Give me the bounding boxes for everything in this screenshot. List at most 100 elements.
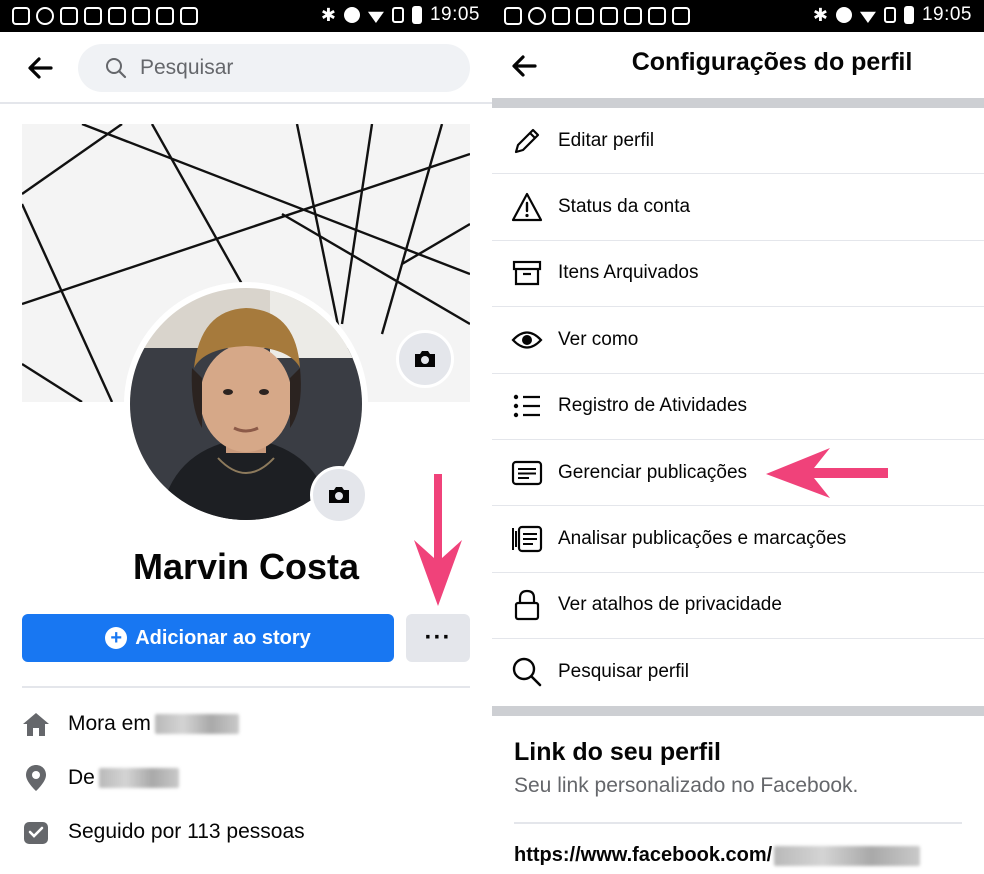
- system-icons: ✱ 19:05: [813, 4, 972, 26]
- profile-link-url[interactable]: https://www.facebook.com/: [514, 844, 921, 867]
- profile-camera-button[interactable]: [310, 466, 368, 524]
- review-posts-icon: [510, 522, 544, 556]
- menu-item-search-profile[interactable]: Pesquisar perfil: [492, 639, 984, 705]
- archive-icon: [510, 256, 544, 290]
- battery-icon: [411, 6, 422, 24]
- plus-icon: +: [105, 627, 128, 649]
- gallery-icon: [600, 7, 618, 25]
- back-arrow-icon[interactable]: [26, 54, 54, 82]
- section-divider: [492, 706, 984, 716]
- battery-icon: [903, 6, 914, 24]
- profile-link-url-text: https://www.facebook.com/: [514, 844, 773, 866]
- instagram-icon: [576, 7, 594, 25]
- news-icon: [672, 7, 690, 25]
- chat-icon: [12, 7, 30, 25]
- gallery-icon: [108, 7, 126, 25]
- settings-menu: Editar perfil Status da conta Itens Arqu…: [492, 108, 984, 706]
- dnd-icon: [343, 7, 360, 23]
- clock: 19:05: [921, 4, 972, 25]
- profile-link-subtitle: Seu link personalizado no Facebook.: [514, 774, 859, 797]
- menu-item-label: Ver atalhos de privacidade: [558, 594, 782, 616]
- whatsapp-icon: [36, 7, 54, 25]
- profile-screen: ✱ 19:05 Pesquisar Marvin Costa + Adicion…: [0, 0, 492, 874]
- system-icons: ✱ 19:05: [321, 4, 480, 26]
- menu-item-label: Pesquisar perfil: [558, 661, 689, 683]
- menu-item-account-status[interactable]: Status da conta: [492, 174, 984, 241]
- info-from: De: [22, 762, 179, 794]
- chat-icon: [504, 7, 522, 25]
- search-icon: [510, 655, 544, 689]
- redacted-text: [774, 845, 921, 866]
- add-story-label: Adicionar ao story: [135, 626, 311, 649]
- instagram-icon: [624, 7, 642, 25]
- status-bar: ✱ 19:05: [0, 0, 492, 32]
- menu-item-review-posts[interactable]: Analisar publicações e marcações: [492, 506, 984, 573]
- no-sim-icon: [883, 7, 896, 23]
- search-placeholder: Pesquisar: [140, 56, 234, 79]
- news-icon: [180, 7, 198, 25]
- add-to-story-button[interactable]: + Adicionar ao story: [22, 614, 394, 662]
- wifi-icon: [367, 11, 384, 23]
- menu-item-label: Itens Arquivados: [558, 262, 699, 284]
- menu-item-label: Ver como: [558, 328, 639, 350]
- profile-link-divider: [514, 822, 962, 824]
- redacted-text: [98, 768, 179, 788]
- wifi-icon: [859, 11, 876, 23]
- notification-icons: [504, 7, 690, 25]
- menu-item-label: Status da conta: [558, 196, 691, 218]
- whatsapp-icon: [528, 7, 546, 25]
- status-bar: ✱ 19:05: [492, 0, 984, 32]
- profile-settings-screen: ✱ 19:05 Configurações do perfil Editar p…: [492, 0, 984, 874]
- info-from-label: De: [68, 766, 95, 789]
- followers-icon: [22, 818, 50, 846]
- pencil-icon: [510, 124, 544, 158]
- bluetooth-icon: ✱: [320, 4, 336, 25]
- info-followers-label: Seguido por 113 pessoas: [68, 820, 305, 843]
- menu-item-edit-profile[interactable]: Editar perfil: [492, 108, 984, 175]
- search-input[interactable]: Pesquisar: [78, 44, 470, 92]
- clock: 19:05: [429, 4, 480, 25]
- list-icon: [510, 389, 544, 423]
- redacted-text: [154, 714, 239, 734]
- menu-item-label: Analisar publicações e marcações: [558, 528, 847, 550]
- profile-link-title: Link do seu perfil: [514, 738, 721, 766]
- menu-item-view-as[interactable]: Ver como: [492, 307, 984, 374]
- lock-icon: [510, 588, 544, 622]
- warning-icon: [510, 190, 544, 224]
- instagram-icon: [84, 7, 102, 25]
- menu-item-label: Gerenciar publicações: [558, 461, 748, 483]
- cover-camera-button[interactable]: [396, 330, 454, 388]
- more-options-button[interactable]: ···: [406, 614, 470, 662]
- info-followers[interactable]: Seguido por 113 pessoas: [22, 816, 305, 848]
- no-sim-icon: [391, 7, 404, 23]
- bluetooth-icon: ✱: [812, 4, 828, 25]
- menu-item-privacy-shortcuts[interactable]: Ver atalhos de privacidade: [492, 573, 984, 640]
- annotation-arrow-left: [766, 448, 888, 498]
- search-icon: [106, 58, 127, 79]
- annotation-arrow-down: [414, 474, 462, 606]
- gmail-icon: [60, 7, 78, 25]
- header-divider: [0, 102, 492, 104]
- menu-item-manage-posts[interactable]: Gerenciar publicações: [492, 440, 984, 507]
- notification-icons: [12, 7, 198, 25]
- more-icon: ···: [424, 624, 452, 651]
- dnd-icon: [835, 7, 852, 23]
- section-divider: [492, 98, 984, 108]
- instagram-icon: [132, 7, 150, 25]
- home-icon: [22, 710, 50, 738]
- camera-icon: [329, 487, 349, 503]
- info-lives-in-label: Mora em: [68, 712, 151, 735]
- info-lives-in: Mora em: [22, 708, 239, 740]
- eye-icon: [510, 323, 544, 357]
- page-title: Configurações do perfil: [631, 48, 913, 76]
- menu-item-label: Editar perfil: [558, 129, 655, 151]
- location-pin-icon: [22, 764, 50, 792]
- profile-divider: [22, 686, 470, 688]
- back-arrow-icon[interactable]: [510, 52, 538, 80]
- menu-item-archived-items[interactable]: Itens Arquivados: [492, 241, 984, 308]
- menu-item-activity-log[interactable]: Registro de Atividades: [492, 374, 984, 440]
- manage-posts-icon: [510, 456, 544, 490]
- menu-item-label: Registro de Atividades: [558, 395, 748, 417]
- instagram-icon: [648, 7, 666, 25]
- gmail-icon: [552, 7, 570, 25]
